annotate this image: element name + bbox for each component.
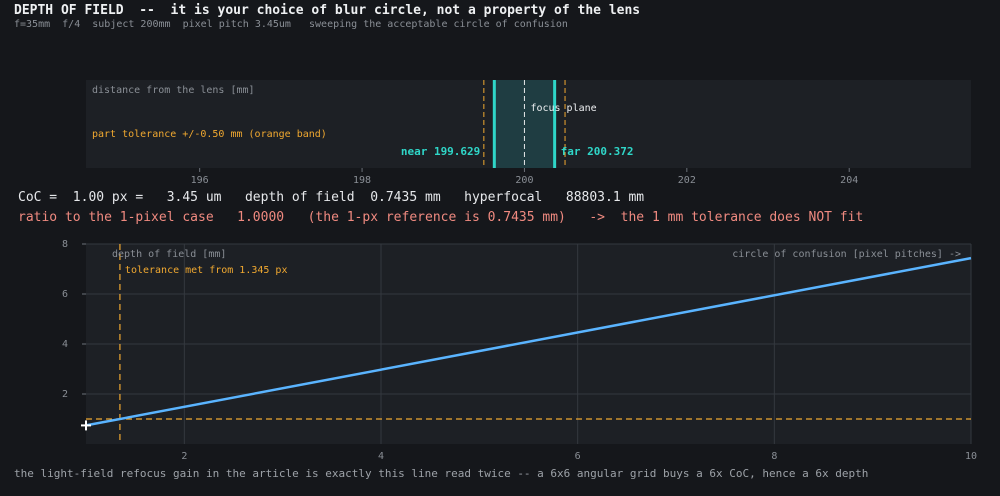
- strip-tick-label: 198: [353, 175, 371, 186]
- strip-tick-label: 204: [840, 175, 858, 186]
- tolerance-label: part tolerance +/-0.50 mm (orange band): [92, 129, 327, 140]
- x-tick-label: 6: [575, 451, 581, 462]
- y-ticks: 2 4 6 8: [62, 239, 86, 400]
- dof-chart: 2 4 6 8 2 4 6 8 10 depth of field [mm] circle o…: [62, 239, 977, 462]
- footer-note: the light-field refocus gain in the arti…: [14, 467, 869, 480]
- strip-tick-label: 200: [515, 175, 533, 186]
- y-tick-label: 6: [62, 289, 68, 300]
- y-tick-label: 8: [62, 239, 68, 250]
- y-tick-label: 4: [62, 339, 68, 350]
- near-label: near 199.629: [401, 145, 480, 158]
- strip-ticks: 196 198 200 202 204: [191, 168, 858, 186]
- distance-strip: distance from the lens [mm] part toleran…: [92, 80, 858, 186]
- x-ticks: 2 4 6 8 10: [181, 451, 977, 462]
- x-tick-label: 4: [378, 451, 384, 462]
- far-label: far 200.372: [561, 145, 634, 158]
- y-tick-label: 2: [62, 389, 68, 400]
- x-tick-label: 2: [181, 451, 187, 462]
- strip-tick-label: 202: [678, 175, 696, 186]
- dof-plots: distance from the lens [mm] part toleran…: [62, 80, 977, 462]
- y-axis-label: depth of field [mm]: [112, 249, 226, 260]
- x-axis-label: circle of confusion [pixel pitches] ->: [732, 249, 961, 260]
- threshold-label: tolerance met from 1.345 px: [125, 265, 288, 276]
- strip-tick-label: 196: [191, 175, 209, 186]
- focus-plane-label: focus plane: [530, 103, 596, 114]
- x-tick-label: 8: [771, 451, 777, 462]
- x-tick-label: 10: [965, 451, 977, 462]
- strip-axis-label: distance from the lens [mm]: [92, 85, 255, 96]
